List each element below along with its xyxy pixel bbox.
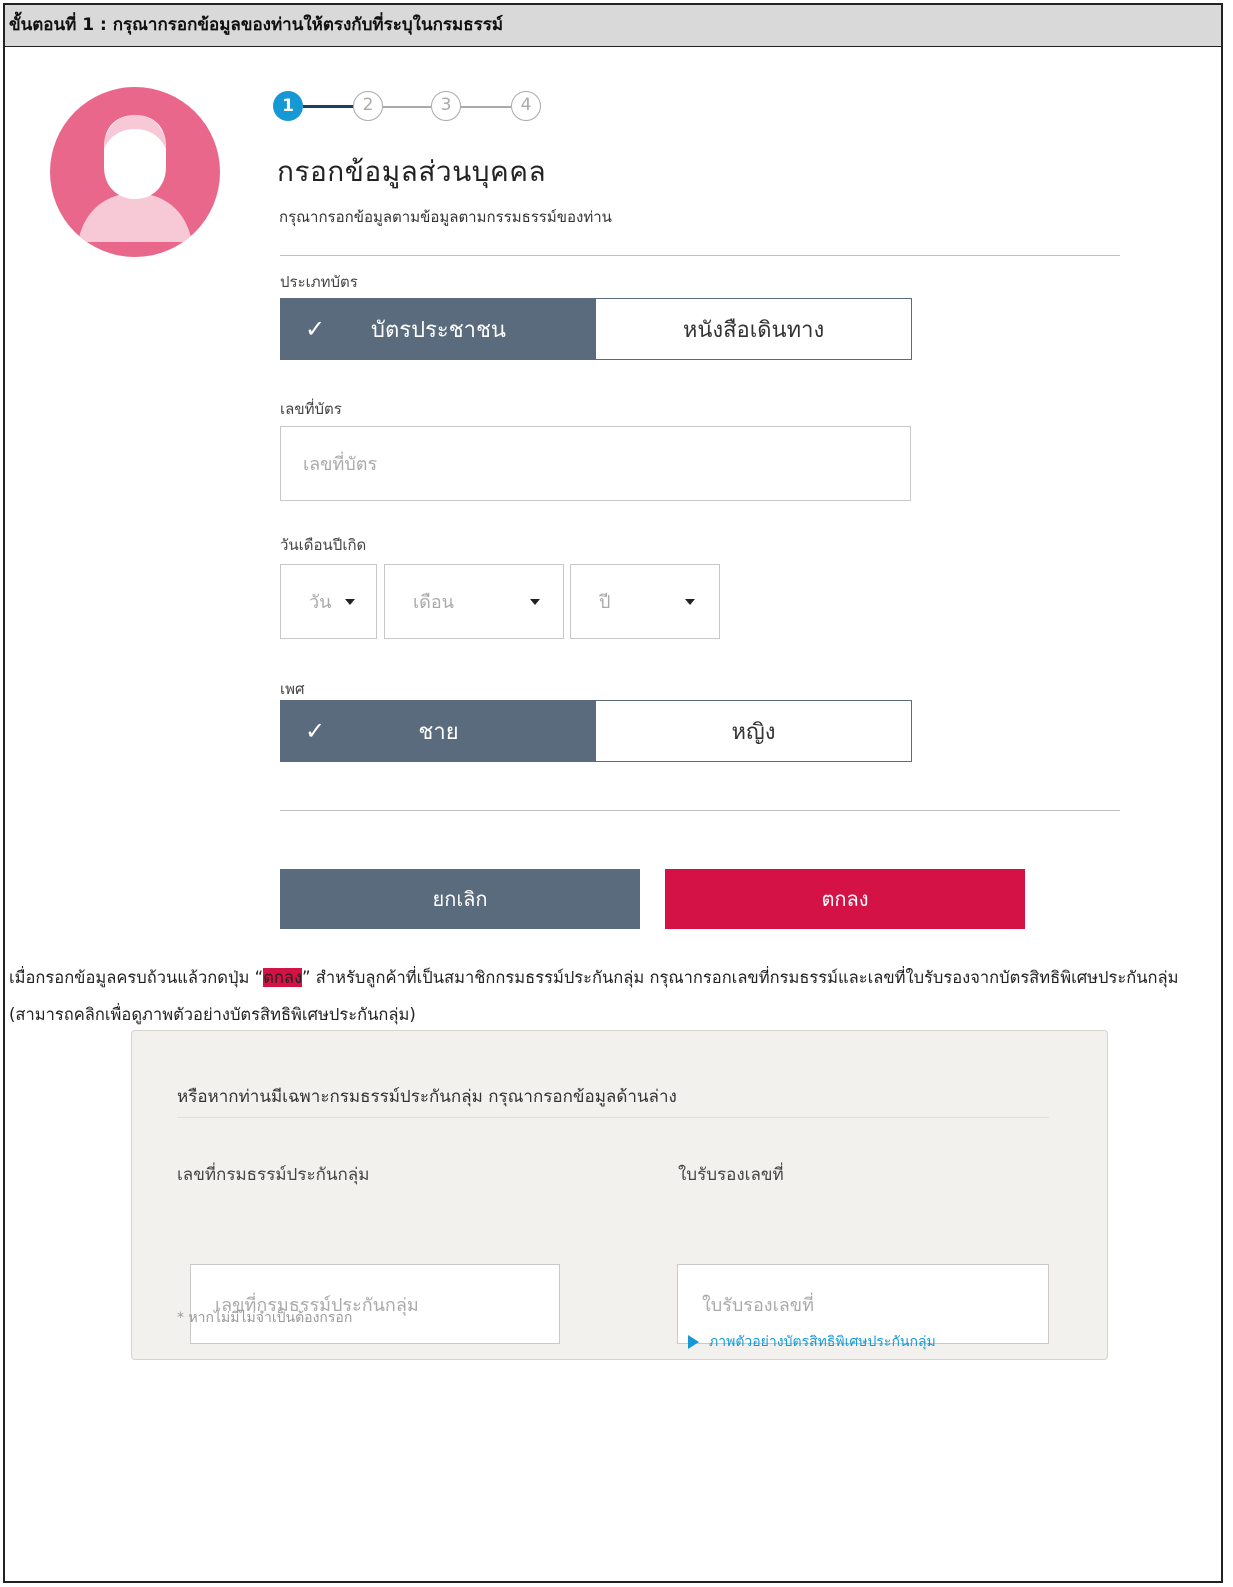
day-select[interactable]: วัน: [280, 564, 377, 639]
policy-number-input[interactable]: เลขที่กรมธรรม์ประกันกลุ่ม: [190, 1264, 560, 1344]
highlighted-ok-text: ตกลง: [263, 968, 302, 987]
step-4: 4: [511, 91, 541, 121]
progress-stepper: 1 2 3 4: [273, 91, 563, 127]
card-type-option-id-card[interactable]: ✓ บัตรประชาชน: [281, 299, 596, 359]
group-panel-title: หรือหากท่านมีเฉพาะกรมธรรม์ประกันกลุ่ม กร…: [177, 1087, 677, 1107]
card-type-label: ประเภทบัตร: [280, 273, 358, 291]
sample-card-link[interactable]: ภาพตัวอย่างบัตรสิทธิพิเศษประกันกลุ่ม: [688, 1331, 936, 1353]
ok-button[interactable]: ตกลง: [665, 869, 1025, 929]
policy-number-label: เลขที่กรมธรรม์ประกันกลุ่ม: [177, 1165, 370, 1185]
group-policy-panel: หรือหากท่านมีเฉพาะกรมธรรม์ประกันกลุ่ม กร…: [131, 1030, 1108, 1360]
card-type-toggle: ✓ บัตรประชาชน หนังสือเดินทาง: [280, 298, 912, 360]
instruction-text: เมื่อกรอกข้อมูลครบถ้วนแล้วกดปุ่ม “ตกลง” …: [9, 968, 1179, 1024]
step-header: ขั้นตอนที่ 1 : กรุณากรอกข้อมูลของท่านให้…: [5, 5, 1221, 47]
step-connector: [383, 106, 431, 108]
certificate-number-label: ใบรับรองเลขที่: [678, 1165, 784, 1185]
form-title: กรอกข้อมูลส่วนบุคคล: [277, 155, 547, 188]
step-connector: [461, 106, 511, 108]
month-select[interactable]: เดือน: [384, 564, 564, 639]
gender-toggle: ✓ ชาย หญิง: [280, 700, 912, 762]
caret-down-icon: [345, 599, 355, 605]
cancel-button[interactable]: ยกเลิก: [280, 869, 640, 929]
card-number-input[interactable]: เลขที่บัตร: [280, 426, 911, 501]
check-icon: ✓: [305, 315, 326, 343]
divider: [280, 255, 1120, 256]
card-number-label: เลขที่บัตร: [280, 400, 342, 418]
divider: [177, 1117, 1049, 1118]
year-select[interactable]: ปี: [570, 564, 720, 639]
birthdate-label: วันเดือนปีเกิด: [280, 536, 367, 554]
caret-down-icon: [685, 599, 695, 605]
gender-label: เพศ: [280, 680, 305, 698]
gender-option-male[interactable]: ✓ ชาย: [281, 701, 596, 761]
caret-down-icon: [530, 599, 540, 605]
step-frame: ขั้นตอนที่ 1 : กรุณากรอกข้อมูลของท่านให้…: [3, 3, 1223, 1583]
gender-option-female[interactable]: หญิง: [596, 701, 911, 761]
step-3: 3: [431, 91, 461, 121]
step-1: 1: [273, 91, 303, 121]
card-type-option-passport[interactable]: หนังสือเดินทาง: [596, 299, 911, 359]
step-2: 2: [353, 91, 383, 121]
optional-note: * หากไม่มีไม่จำเป็นต้องกรอก: [177, 1310, 353, 1326]
step-connector: [303, 105, 353, 108]
check-icon: ✓: [305, 717, 326, 745]
avatar-icon: [50, 87, 220, 257]
play-arrow-icon: [688, 1335, 699, 1349]
divider: [280, 810, 1120, 811]
form-subtitle: กรุณากรอกข้อมูลตามข้อมูลตามกรรมธรรม์ของท…: [279, 208, 612, 226]
